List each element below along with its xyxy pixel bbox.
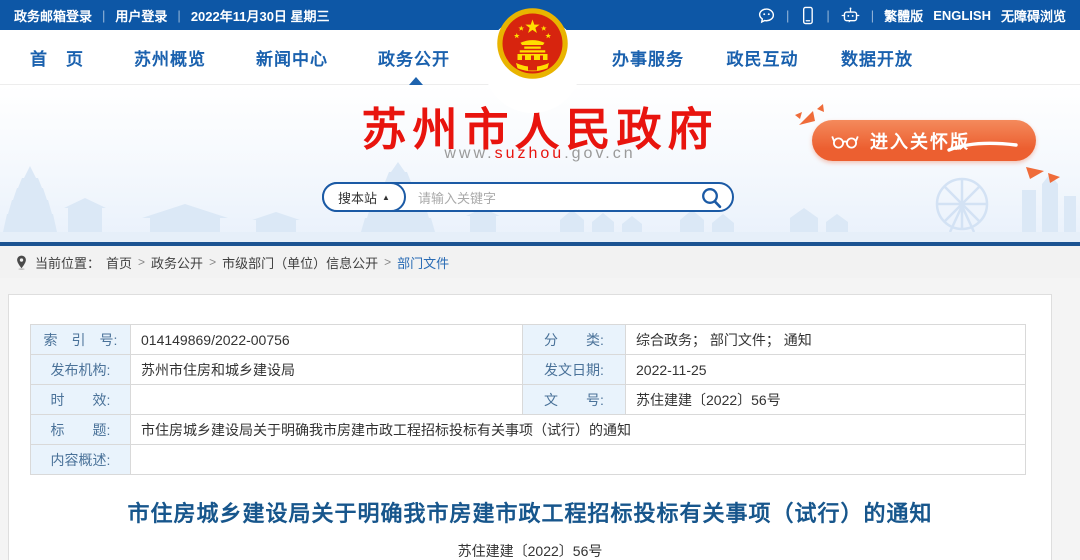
breadcrumb-prefix: 当前位置： bbox=[35, 253, 100, 272]
nav-left-group: 首 页 苏州概览 新闻中心 政务公开 bbox=[30, 30, 450, 84]
meta-label-summary: 内容概述: bbox=[31, 445, 131, 475]
topbar-right-group: | | | 繁體版 ENGLISH 无障碍浏览 bbox=[757, 6, 1066, 25]
swoosh-decoration bbox=[946, 138, 1020, 154]
site-search: 搜本站 ▲ bbox=[322, 182, 734, 212]
meta-value-issue-date: 2022-11-25 bbox=[626, 355, 1026, 385]
table-row: 内容概述: bbox=[31, 445, 1026, 475]
meta-label-issuer: 发布机构: bbox=[31, 355, 131, 385]
breadcrumb-dept-info[interactable]: 市级部门（单位）信息公开 bbox=[222, 253, 378, 272]
active-nav-indicator bbox=[409, 77, 423, 85]
location-pin-icon bbox=[14, 254, 29, 271]
glasses-icon bbox=[830, 132, 860, 150]
meta-label-category: 分 类: bbox=[523, 325, 626, 355]
topbar-left-group: 政务邮箱登录 | 用户登录 | 2022年11月30日 星期三 bbox=[14, 6, 330, 25]
nav-item-open-data[interactable]: 数据开放 bbox=[841, 45, 913, 70]
separator: | bbox=[826, 8, 829, 23]
nav-item-interaction[interactable]: 政民互动 bbox=[727, 45, 799, 70]
nav-right-group: 办事服务 政民互动 数据开放 bbox=[612, 30, 913, 84]
dropdown-arrow-icon: ▲ bbox=[382, 193, 390, 202]
meta-label-issue-date: 发文日期: bbox=[523, 355, 626, 385]
wechat-icon[interactable] bbox=[757, 6, 776, 25]
breadcrumb-gov-affairs[interactable]: 政务公开 bbox=[151, 253, 203, 272]
meta-value-doc-no: 苏住建建〔2022〕56号 bbox=[626, 385, 1026, 415]
meta-value-issuer: 苏州市住房和城乡建设局 bbox=[131, 355, 523, 385]
meta-label-validity: 时 效: bbox=[31, 385, 131, 415]
current-date: 2022年11月30日 星期三 bbox=[191, 6, 330, 25]
meta-value-title: 市住房城乡建设局关于明确我市房建市政工程招标投标有关事项（试行）的通知 bbox=[131, 415, 1026, 445]
separator: | bbox=[102, 8, 105, 23]
breadcrumb-separator: > bbox=[209, 255, 216, 269]
national-emblem-logo bbox=[495, 6, 570, 81]
separator: | bbox=[871, 8, 874, 23]
breadcrumb-separator: > bbox=[138, 255, 145, 269]
spark-decoration bbox=[793, 103, 827, 133]
table-row: 索 引 号: 014149869/2022-00756 分 类: 综合政务； 部… bbox=[31, 325, 1026, 355]
gov-mail-login-link[interactable]: 政务邮箱登录 bbox=[14, 6, 92, 25]
table-row: 时 效: 文 号: 苏住建建〔2022〕56号 bbox=[31, 385, 1026, 415]
english-link[interactable]: ENGLISH bbox=[933, 8, 991, 23]
user-login-link[interactable]: 用户登录 bbox=[115, 6, 167, 25]
search-submit-button[interactable] bbox=[700, 186, 724, 210]
article-title: 市住房城乡建设局关于明确我市房建市政工程招标投标有关事项（试行）的通知 bbox=[9, 496, 1051, 528]
robot-client-icon[interactable] bbox=[840, 6, 861, 25]
meta-label-title: 标 题: bbox=[31, 415, 131, 445]
meta-label-doc-no: 文 号: bbox=[523, 385, 626, 415]
table-row: 标 题: 市住房城乡建设局关于明确我市房建市政工程招标投标有关事项（试行）的通知 bbox=[31, 415, 1026, 445]
nav-item-home[interactable]: 首 页 bbox=[30, 45, 84, 70]
document-meta-table: 索 引 号: 014149869/2022-00756 分 类: 综合政务； 部… bbox=[30, 324, 1026, 475]
meta-value-summary bbox=[131, 445, 1026, 475]
url-tld: .gov.cn bbox=[564, 145, 635, 162]
breadcrumb: 当前位置： 首页 > 政务公开 > 市级部门（单位）信息公开 > 部门文件 bbox=[0, 246, 1080, 278]
accessibility-link[interactable]: 无障碍浏览 bbox=[1001, 6, 1066, 25]
page: 政务邮箱登录 | 用户登录 | 2022年11月30日 星期三 | | | 繁體… bbox=[0, 0, 1080, 560]
search-scope-dropdown[interactable]: 搜本站 ▲ bbox=[322, 182, 406, 212]
breadcrumb-separator: > bbox=[384, 255, 391, 269]
url-domain: suzhou bbox=[495, 145, 565, 162]
nav-item-news[interactable]: 新闻中心 bbox=[256, 45, 328, 70]
nav-item-services[interactable]: 办事服务 bbox=[612, 45, 684, 70]
separator: | bbox=[786, 8, 789, 23]
meta-label-index-no: 索 引 号: bbox=[31, 325, 131, 355]
search-input[interactable] bbox=[416, 185, 690, 211]
article-doc-number: 苏住建建〔2022〕56号 bbox=[9, 541, 1051, 560]
meta-value-category: 综合政务； 部门文件； 通知 bbox=[626, 325, 1026, 355]
spark-decoration bbox=[1020, 157, 1062, 185]
nav-item-overview[interactable]: 苏州概览 bbox=[134, 45, 206, 70]
meta-value-index-no: 014149869/2022-00756 bbox=[131, 325, 523, 355]
content-background: 索 引 号: 014149869/2022-00756 分 类: 综合政务； 部… bbox=[0, 278, 1080, 560]
table-row: 发布机构: 苏州市住房和城乡建设局 发文日期: 2022-11-25 bbox=[31, 355, 1026, 385]
document-card: 索 引 号: 014149869/2022-00756 分 类: 综合政务； 部… bbox=[8, 294, 1052, 560]
search-scope-label: 搜本站 bbox=[338, 188, 377, 207]
nav-item-gov-affairs[interactable]: 政务公开 bbox=[378, 45, 450, 70]
separator: | bbox=[177, 8, 180, 23]
meta-value-validity bbox=[131, 385, 523, 415]
url-www: www. bbox=[444, 145, 494, 162]
breadcrumb-current[interactable]: 部门文件 bbox=[397, 253, 449, 272]
breadcrumb-home[interactable]: 首页 bbox=[106, 253, 132, 272]
traditional-chinese-link[interactable]: 繁體版 bbox=[884, 6, 923, 25]
magnifier-icon bbox=[700, 186, 724, 210]
mobile-icon[interactable] bbox=[799, 6, 816, 25]
care-mode-button[interactable]: 进入关怀版 bbox=[812, 120, 1036, 161]
